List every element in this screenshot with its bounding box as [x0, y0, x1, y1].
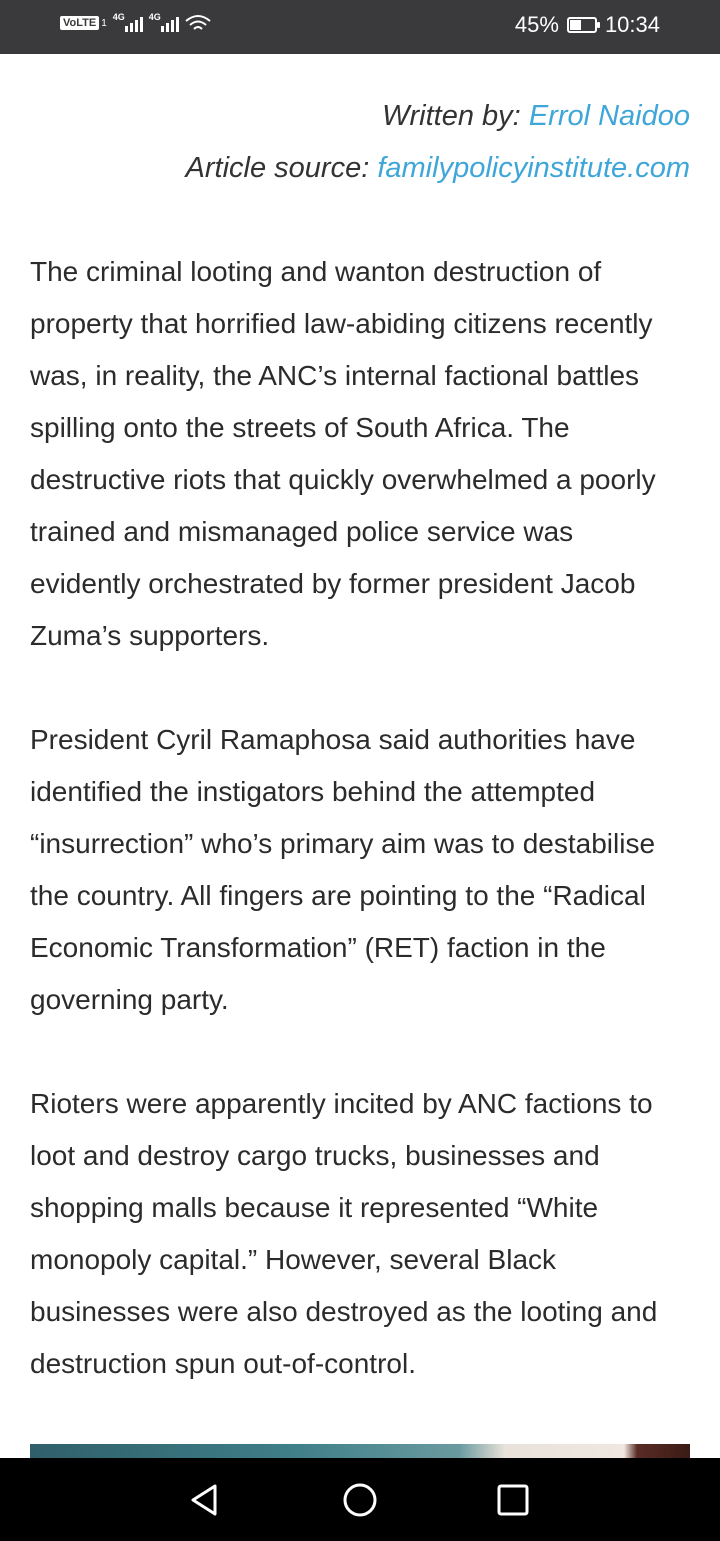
written-by-label: Written by: — [382, 100, 521, 132]
source-line: Article source: familypolicyinstitute.co… — [30, 142, 690, 194]
navigation-bar — [0, 1458, 720, 1541]
sim-slot-label: 1 — [101, 17, 107, 29]
status-indicators: VoLTE 1 4G 4G — [60, 12, 211, 32]
author-line: Written by: Errol Naidoo — [30, 90, 690, 142]
signal-icon: 4G — [112, 12, 143, 32]
author-link[interactable]: Errol Naidoo — [529, 100, 690, 132]
battery-icon — [566, 17, 600, 33]
source-link[interactable]: familypolicyinstitute.com — [377, 152, 690, 184]
battery-percent: 45% — [514, 12, 559, 37]
source-label: Article source: — [185, 152, 370, 184]
network-type-label: 4G — [112, 12, 125, 22]
clock: 10:34 — [604, 12, 660, 37]
article-image[interactable] — [30, 1444, 690, 1458]
battery-level — [569, 20, 581, 30]
status-bar: VoLTE 1 4G 4G 45% 10:34 — [0, 0, 720, 54]
back-icon[interactable] — [185, 1480, 225, 1520]
wifi-icon — [185, 15, 211, 30]
home-icon[interactable] — [340, 1480, 380, 1520]
volte-icon: VoLTE — [60, 16, 100, 30]
status-right: 45% 10:34 — [515, 12, 660, 38]
paragraph: President Cyril Ramaphosa said authoriti… — [30, 724, 656, 1015]
article-meta: Written by: Errol Naidoo Article source:… — [30, 90, 690, 194]
article-body: The criminal looting and wanton destruct… — [30, 246, 690, 1390]
network-type-label: 4G — [148, 12, 161, 22]
article-content[interactable]: Written by: Errol Naidoo Article source:… — [30, 54, 690, 1458]
paragraph: The criminal looting and wanton destruct… — [30, 256, 656, 651]
signal-icon: 4G — [148, 12, 179, 32]
recents-icon[interactable] — [493, 1480, 533, 1520]
paragraph: Rioters were apparently incited by ANC f… — [30, 1088, 658, 1379]
